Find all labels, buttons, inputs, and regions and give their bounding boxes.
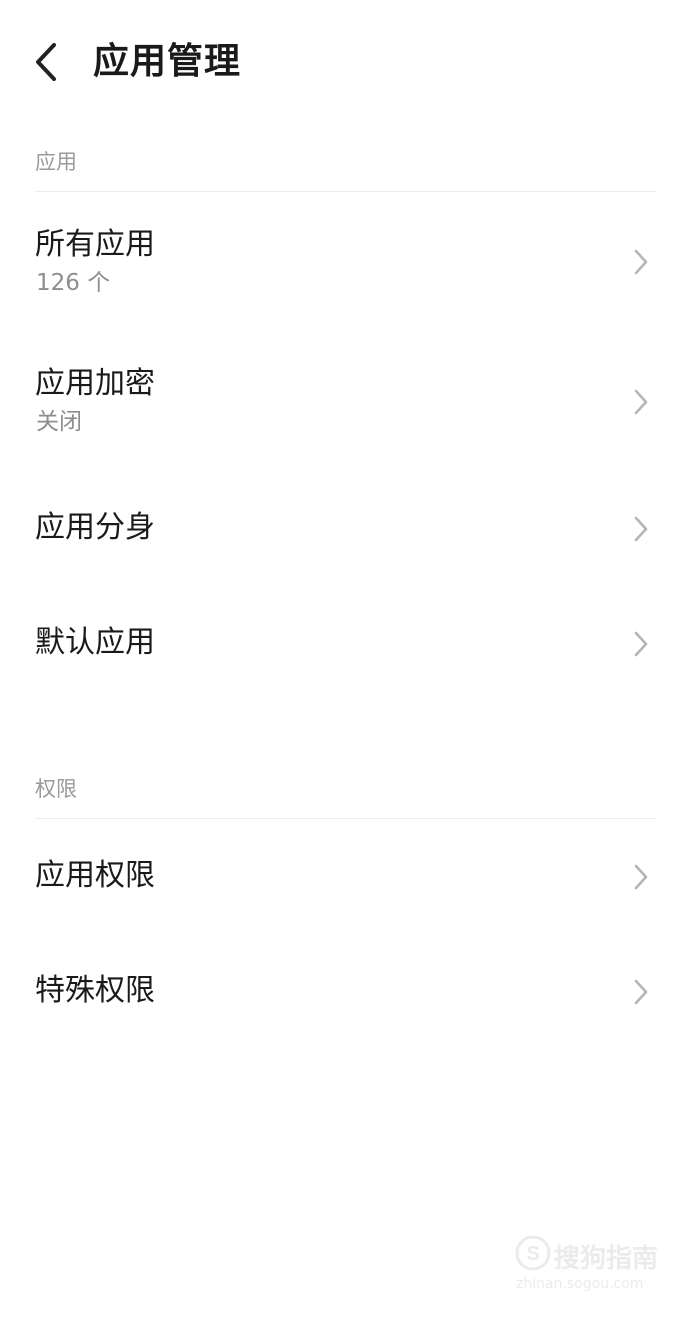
watermark-url: zhinan.sogou.com: [516, 1276, 644, 1292]
item-subtitle: 关闭: [36, 409, 82, 435]
page-title: 应用管理: [93, 41, 242, 82]
section-header-apps: 应用: [35, 150, 77, 174]
chevron-right-icon: [628, 977, 654, 1007]
item-title: 特殊权限: [35, 973, 155, 1008]
chevron-right-icon: [628, 862, 654, 892]
sogou-logo-icon: S: [515, 1235, 551, 1271]
chevron-right-icon: [628, 629, 654, 659]
section-divider: [35, 818, 657, 819]
item-title: 默认应用: [35, 625, 155, 660]
top-app-bar: 应用管理: [0, 0, 692, 124]
chevron-left-icon: [36, 43, 56, 81]
list-item-app-permissions[interactable]: 应用权限: [0, 838, 692, 918]
chevron-right-icon: [628, 247, 654, 277]
section-header-permissions: 权限: [35, 777, 77, 801]
item-title: 应用权限: [35, 858, 155, 893]
watermark: S 搜狗指南 zhinan.sogou.com: [512, 1232, 672, 1302]
watermark-text: 搜狗指南: [554, 1244, 659, 1274]
section-divider: [35, 191, 657, 192]
list-item-special-permissions[interactable]: 特殊权限: [0, 953, 692, 1033]
svg-text:S: S: [526, 1243, 539, 1265]
chevron-right-icon: [628, 514, 654, 544]
chevron-right-icon: [628, 387, 654, 417]
item-title: 所有应用: [35, 227, 155, 262]
item-title: 应用加密: [35, 366, 155, 401]
item-title: 应用分身: [35, 510, 155, 545]
back-button[interactable]: [20, 34, 72, 90]
list-item-default-apps[interactable]: 默认应用: [0, 605, 692, 685]
item-subtitle: 126 个: [36, 270, 111, 296]
list-item-app-clone[interactable]: 应用分身: [0, 490, 692, 570]
list-item-app-lock[interactable]: 应用加密 关闭: [0, 345, 692, 455]
list-item-all-apps[interactable]: 所有应用 126 个: [0, 205, 692, 315]
